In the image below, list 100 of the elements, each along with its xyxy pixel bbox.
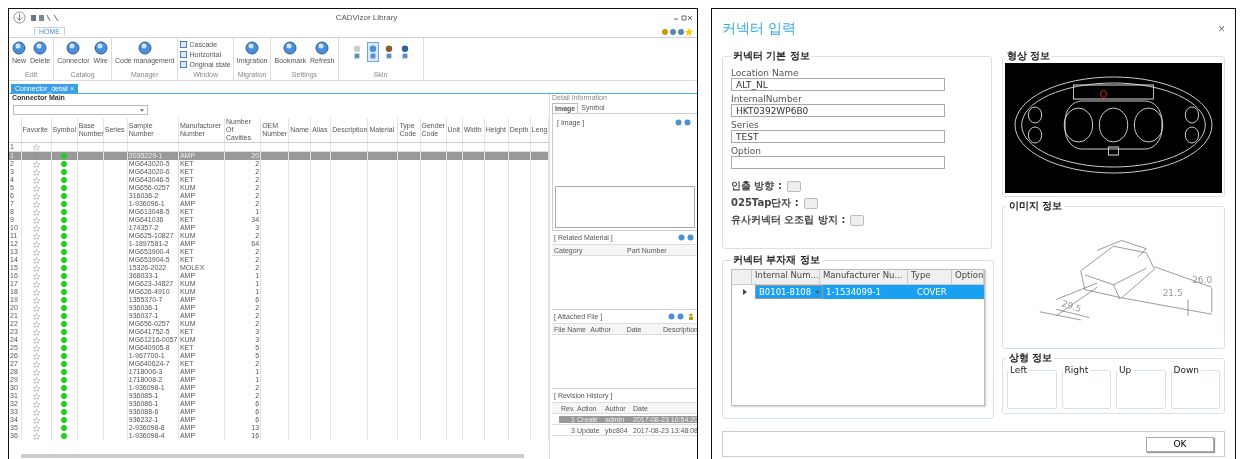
star-icon[interactable] bbox=[32, 272, 40, 280]
action-icons[interactable] bbox=[675, 119, 693, 126]
star-icon[interactable] bbox=[32, 344, 40, 352]
group-title: 이미지 정보 bbox=[1008, 199, 1064, 213]
star-icon[interactable] bbox=[32, 360, 40, 368]
option-label: 유사커넥터 오조립 방지 : bbox=[731, 213, 846, 227]
star-icon[interactable] bbox=[32, 288, 40, 296]
star-icon[interactable] bbox=[32, 176, 40, 184]
group-title: 커넥터 기본 정보 bbox=[732, 49, 811, 63]
star-icon[interactable] bbox=[32, 400, 40, 408]
skin-icon bbox=[384, 44, 393, 60]
status-dot-icon bbox=[61, 377, 68, 383]
checkbox[interactable] bbox=[850, 214, 865, 226]
star-icon[interactable] bbox=[32, 216, 40, 224]
star-icon[interactable] bbox=[32, 416, 40, 424]
group-title: 상형 정보 bbox=[1008, 351, 1054, 365]
window-title: CADVizor Library bbox=[334, 13, 399, 22]
ok-button[interactable]: OK bbox=[1146, 436, 1214, 452]
status-dot-icon bbox=[61, 289, 68, 295]
star-icon[interactable] bbox=[32, 376, 40, 384]
status-dot-icon bbox=[61, 345, 68, 351]
field-label: Option bbox=[731, 146, 763, 156]
option-label: 인출 방향 : bbox=[731, 179, 782, 193]
skin-option[interactable] bbox=[366, 42, 379, 62]
star-icon[interactable] bbox=[32, 296, 40, 304]
star-icon[interactable] bbox=[32, 320, 40, 328]
checkbox[interactable] bbox=[803, 197, 818, 209]
ribbon-icon bbox=[245, 41, 260, 55]
user-icons[interactable] bbox=[661, 27, 693, 36]
ribbon-icon bbox=[137, 41, 152, 55]
window-controls-icon[interactable] bbox=[673, 13, 693, 22]
text-field[interactable]: ALT_NL bbox=[731, 78, 945, 91]
star-icon[interactable] bbox=[32, 200, 40, 208]
star-icon[interactable] bbox=[32, 152, 40, 160]
caret-icon bbox=[140, 108, 144, 112]
star-icon[interactable] bbox=[32, 304, 40, 312]
star-icon[interactable] bbox=[32, 224, 40, 232]
status-dot-icon bbox=[61, 233, 68, 239]
star-icon[interactable] bbox=[32, 208, 40, 216]
star-icon[interactable] bbox=[32, 256, 40, 264]
status-dot-icon bbox=[61, 161, 68, 167]
text-field[interactable]: TEST bbox=[731, 130, 945, 143]
option-label: 025Tap단자 : bbox=[731, 196, 799, 210]
star-icon[interactable] bbox=[32, 184, 40, 192]
status-dot-icon bbox=[61, 337, 68, 343]
star-icon[interactable] bbox=[32, 168, 40, 176]
star-icon[interactable] bbox=[32, 248, 40, 256]
action-icons[interactable] bbox=[678, 234, 696, 241]
box-label: Left bbox=[1009, 365, 1028, 375]
skin-icon bbox=[400, 44, 409, 60]
star-icon[interactable] bbox=[32, 424, 40, 432]
column-header[interactable]: Manufacturer Nu... bbox=[820, 270, 908, 284]
checkbox[interactable] bbox=[786, 180, 801, 192]
column-header[interactable]: Option bbox=[952, 270, 985, 284]
star-icon[interactable] bbox=[32, 192, 40, 200]
star-icon[interactable] bbox=[32, 384, 40, 392]
status-dot-icon bbox=[61, 401, 68, 407]
dimension-label: 29.5 bbox=[1060, 298, 1083, 315]
star-icon[interactable] bbox=[32, 352, 40, 360]
status-dot-icon bbox=[61, 353, 68, 359]
star-icon[interactable] bbox=[32, 264, 40, 272]
star-icon[interactable] bbox=[32, 408, 40, 416]
status-dot-icon bbox=[61, 425, 68, 431]
status-dot-icon bbox=[61, 249, 68, 255]
group-title: 커넥터 부자재 정보 bbox=[732, 253, 821, 267]
star-icon[interactable] bbox=[32, 328, 40, 336]
status-dot-icon bbox=[61, 305, 68, 311]
status-dot-icon bbox=[61, 313, 68, 319]
star-icon[interactable] bbox=[32, 368, 40, 376]
scrollbar[interactable] bbox=[21, 454, 524, 458]
text-field[interactable] bbox=[731, 156, 945, 169]
status-dot-icon bbox=[61, 409, 68, 415]
star-icon[interactable] bbox=[32, 232, 40, 240]
star-icon[interactable] bbox=[32, 312, 40, 320]
column-header[interactable]: Internal Num... bbox=[752, 270, 820, 284]
status-dot-icon bbox=[61, 393, 68, 399]
ribbon-icon bbox=[93, 41, 108, 55]
action-icons[interactable] bbox=[668, 313, 696, 320]
status-dot-icon bbox=[61, 241, 68, 247]
download-circle-icon[interactable] bbox=[13, 11, 26, 24]
star-icon[interactable] bbox=[32, 432, 40, 440]
status-dot-icon bbox=[61, 321, 68, 327]
star-icon[interactable] bbox=[32, 392, 40, 400]
status-dot-icon bbox=[61, 201, 68, 207]
status-dot-icon bbox=[61, 209, 68, 215]
star-icon[interactable] bbox=[32, 160, 40, 168]
status-dot-icon bbox=[61, 361, 68, 367]
star-icon[interactable] bbox=[32, 240, 40, 248]
ribbon-icon bbox=[283, 41, 298, 55]
quick-access-icon[interactable] bbox=[30, 13, 60, 22]
column-header[interactable]: Type bbox=[908, 270, 952, 284]
text-field[interactable]: HKT0392WP6B0 bbox=[731, 104, 945, 117]
row-pointer-icon bbox=[743, 289, 747, 295]
star-icon[interactable] bbox=[32, 280, 40, 288]
close-button[interactable]: × bbox=[1218, 22, 1225, 36]
star-icon[interactable] bbox=[32, 336, 40, 344]
status-dot-icon bbox=[61, 329, 68, 335]
ribbon-icon bbox=[12, 41, 26, 55]
table-cell: COVER bbox=[914, 285, 961, 299]
filter-dropdown[interactable] bbox=[13, 105, 148, 115]
